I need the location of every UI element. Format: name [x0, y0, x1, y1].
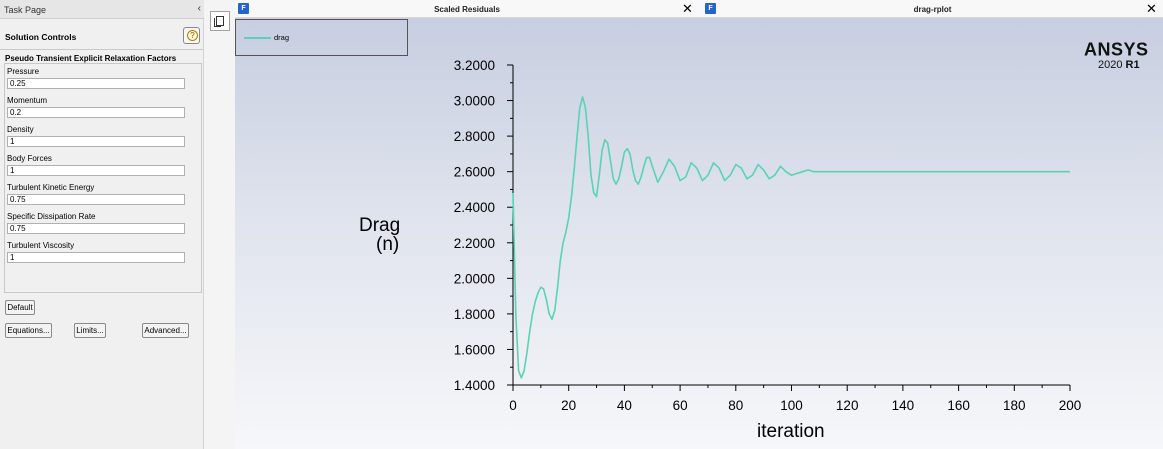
x-tick-label: 120 [836, 398, 859, 413]
x-tick-label: 180 [1003, 398, 1026, 413]
y-tick-label: 2.8000 [454, 129, 495, 144]
x-tick-label: 0 [509, 398, 517, 413]
y-tick-label: 3.0000 [454, 94, 495, 109]
y-tick-label: 2.2000 [454, 236, 495, 251]
y-tick-label: 1.4000 [454, 378, 495, 393]
x-tick-label: 100 [780, 398, 803, 413]
y-tick-label: 2.4000 [454, 200, 495, 215]
y-tick-label: 2.6000 [454, 165, 495, 180]
x-tick-label: 200 [1059, 398, 1082, 413]
y-tick-label: 1.8000 [454, 307, 495, 322]
x-tick-label: 140 [892, 398, 915, 413]
x-tick-label: 40 [617, 398, 632, 413]
y-tick-label: 3.2000 [454, 58, 495, 73]
x-tick-label: 20 [561, 398, 576, 413]
y-tick-label: 1.6000 [454, 342, 495, 357]
x-tick-label: 60 [673, 398, 688, 413]
x-tick-label: 80 [728, 398, 743, 413]
y-tick-label: 2.0000 [454, 271, 495, 286]
x-tick-label: 160 [947, 398, 970, 413]
drag-plot: 1.4000 1.6000 1.8000 2.0000 2.2000 2.4000 2.60… [454, 58, 1082, 413]
series-line-drag [512, 96, 1070, 379]
